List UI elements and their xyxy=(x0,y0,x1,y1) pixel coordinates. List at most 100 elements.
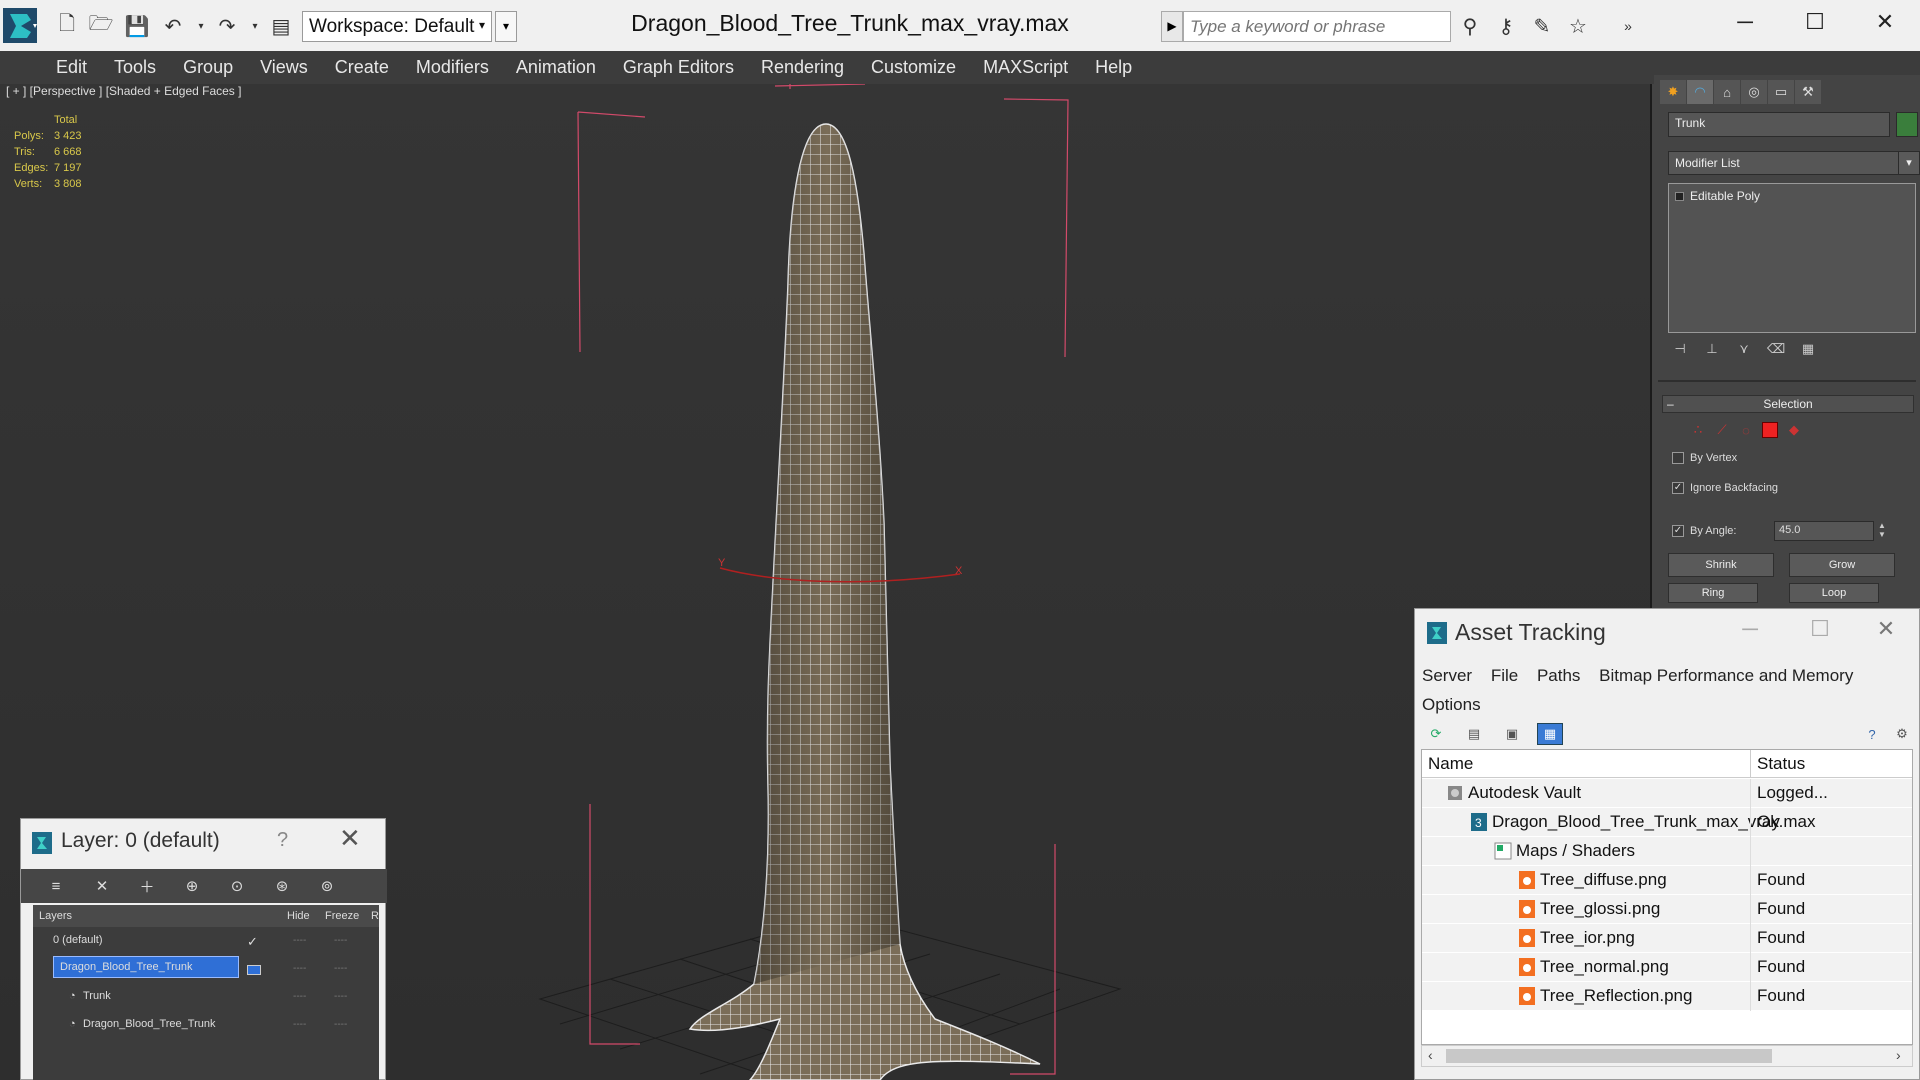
menu-rendering[interactable]: Rendering xyxy=(761,57,844,78)
tools-icon[interactable]: ✎ xyxy=(1529,13,1555,39)
layer-sort-icon[interactable]: ≡ xyxy=(45,875,67,897)
new-file-icon[interactable]: 🗋 xyxy=(54,13,80,39)
scroll-left-icon[interactable]: ‹ xyxy=(1428,1047,1433,1063)
utilities-tab-icon[interactable]: ⚒ xyxy=(1795,80,1821,104)
create-tab-icon[interactable]: ✸ xyxy=(1660,80,1686,104)
project-folder-icon[interactable]: ▤ xyxy=(268,13,294,39)
ignore-backfacing-checkbox[interactable]: ✓ xyxy=(1672,482,1684,494)
table-row[interactable]: Tree_glossi.png Found xyxy=(1422,895,1912,924)
open-file-icon[interactable]: 🗁 xyxy=(88,13,114,39)
help-icon[interactable]: ? xyxy=(1859,723,1885,745)
show-end-result-icon[interactable]: ⊥ xyxy=(1704,341,1720,357)
menu-modifiers[interactable]: Modifiers xyxy=(416,57,489,78)
close-icon[interactable]: ✕ xyxy=(1861,613,1911,645)
create-layer-icon[interactable]: ＋ xyxy=(136,875,158,897)
workspace-menu-button[interactable]: ▾ xyxy=(495,11,517,42)
freeze-toggle[interactable]: ---- xyxy=(334,935,347,946)
redo-icon[interactable]: ↷ xyxy=(214,13,240,39)
pin-stack-icon[interactable]: ⊣ xyxy=(1672,341,1688,357)
set-current-layer-icon[interactable]: ⊛ xyxy=(271,875,293,897)
maximize-icon[interactable]: ☐ xyxy=(1795,613,1845,645)
table-row[interactable]: Maps / Shaders xyxy=(1422,837,1912,866)
table-row[interactable]: Tree_ior.png Found xyxy=(1422,924,1912,953)
name-column-header[interactable]: Name xyxy=(1428,754,1473,774)
menu-tools[interactable]: Tools xyxy=(114,57,156,78)
menu-help[interactable]: Help xyxy=(1095,57,1132,78)
vertex-icon[interactable]: ∴ xyxy=(1690,422,1706,438)
table-row[interactable]: Tree_diffuse.png Found xyxy=(1422,866,1912,895)
scroll-right-icon[interactable]: › xyxy=(1896,1047,1901,1063)
table-row[interactable]: Autodesk Vault Logged... xyxy=(1422,779,1912,808)
ring-button[interactable]: Ring xyxy=(1668,583,1758,603)
help-icon[interactable]: ? xyxy=(277,829,288,852)
search-input[interactable] xyxy=(1183,11,1451,42)
angle-spinner-icon[interactable]: ▲ ▼ xyxy=(1878,521,1890,541)
render-column-header[interactable]: R xyxy=(371,910,379,922)
add-to-layer-icon[interactable]: ⊕ xyxy=(181,875,203,897)
table-row[interactable]: 3 Dragon_Blood_Tree_Trunk_max_vray.max O… xyxy=(1422,808,1912,837)
hide-toggle[interactable]: ---- xyxy=(293,1019,306,1030)
search-expand-button[interactable]: ▶ xyxy=(1161,11,1183,42)
expand-icon[interactable] xyxy=(1675,191,1684,201)
chevron-down-icon[interactable]: ▾ xyxy=(1898,151,1920,175)
object-color-swatch[interactable] xyxy=(1896,112,1918,137)
border-icon[interactable]: ◌ xyxy=(1738,422,1754,438)
hide-toggle[interactable]: ---- xyxy=(293,991,306,1002)
key-icon[interactable]: ⚷ xyxy=(1493,13,1519,39)
angle-input[interactable]: 45.0 xyxy=(1774,521,1874,541)
undo-icon[interactable]: ↶ xyxy=(160,13,186,39)
freeze-toggle[interactable]: ---- xyxy=(334,991,347,1002)
menu-views[interactable]: Views xyxy=(260,57,308,78)
menu-create[interactable]: Create xyxy=(335,57,389,78)
element-icon[interactable]: ◆ xyxy=(1786,422,1802,438)
app-menu-button[interactable] xyxy=(3,8,37,43)
polygon-icon[interactable] xyxy=(1762,422,1778,438)
layer-row[interactable]: ◔ Dragon_Blood_Tree_Trunk ---- ---- xyxy=(33,1011,379,1039)
menu-group[interactable]: Group xyxy=(183,57,233,78)
close-icon[interactable]: ✕ xyxy=(339,823,361,854)
hide-toggle[interactable]: ---- xyxy=(293,935,306,946)
layer-row[interactable]: Dragon_Blood_Tree_Trunk ---- ---- xyxy=(33,955,379,983)
redo-dropdown-icon[interactable]: ▾ xyxy=(242,13,268,39)
edge-icon[interactable]: ⟋ xyxy=(1714,422,1730,438)
table-row[interactable]: Tree_Reflection.png Found xyxy=(1422,982,1912,1011)
motion-tab-icon[interactable]: ◎ xyxy=(1741,80,1767,104)
object-name-field[interactable]: Trunk xyxy=(1668,112,1890,137)
configure-sets-icon[interactable]: ▦ xyxy=(1800,341,1816,357)
freeze-toggle[interactable]: ---- xyxy=(334,1019,347,1030)
asset-menu-file[interactable]: File xyxy=(1491,666,1518,685)
delete-layer-icon[interactable]: ✕ xyxy=(91,875,113,897)
asset-menu-paths[interactable]: Paths xyxy=(1537,666,1580,685)
table-view-icon[interactable]: ▦ xyxy=(1537,723,1563,745)
status-column-header[interactable]: Status xyxy=(1757,754,1805,774)
refresh-icon[interactable]: ⟳ xyxy=(1423,723,1449,745)
menu-customize[interactable]: Customize xyxy=(871,57,956,78)
selection-rollout-header[interactable]: – Selection xyxy=(1662,395,1914,413)
asset-menu-server[interactable]: Server xyxy=(1422,666,1472,685)
menu-graph-editors[interactable]: Graph Editors xyxy=(623,57,734,78)
by-vertex-option[interactable]: By Vertex xyxy=(1672,452,1737,464)
scrollbar-thumb[interactable] xyxy=(1446,1049,1772,1063)
remove-modifier-icon[interactable]: ⌫ xyxy=(1767,341,1785,357)
viewport-label[interactable]: [ + ] [Perspective ] [Shaded + Edged Fac… xyxy=(6,84,241,98)
minimize-icon[interactable]: ─ xyxy=(1720,6,1770,38)
horizontal-scrollbar[interactable]: ‹ › xyxy=(1421,1045,1913,1067)
select-layer-icon[interactable]: ⊙ xyxy=(226,875,248,897)
settings-icon[interactable]: ⚙ xyxy=(1889,723,1915,745)
binoculars-icon[interactable]: ⚲ xyxy=(1457,13,1483,39)
loop-button[interactable]: Loop xyxy=(1789,583,1879,603)
workspace-dropdown[interactable]: Workspace: Default ▾ xyxy=(302,11,492,42)
hide-toggle[interactable]: ---- xyxy=(293,963,306,974)
menu-edit[interactable]: Edit xyxy=(56,57,87,78)
overflow-icon[interactable]: » xyxy=(1615,13,1641,39)
maximize-icon[interactable]: ☐ xyxy=(1790,6,1840,38)
layer-row[interactable]: 0 (default) ✓ ---- ---- xyxy=(33,927,379,955)
close-icon[interactable]: ✕ xyxy=(1860,6,1910,38)
layer-properties-icon[interactable]: ⊚ xyxy=(316,875,338,897)
undo-dropdown-icon[interactable]: ▾ xyxy=(188,13,214,39)
hierarchy-tab-icon[interactable]: ⌂ xyxy=(1714,80,1740,104)
layers-column-header[interactable]: Layers xyxy=(39,910,72,922)
by-vertex-checkbox[interactable] xyxy=(1672,452,1684,464)
stack-entry-editable-poly[interactable]: Editable Poly xyxy=(1675,189,1760,203)
grow-button[interactable]: Grow xyxy=(1789,553,1895,577)
